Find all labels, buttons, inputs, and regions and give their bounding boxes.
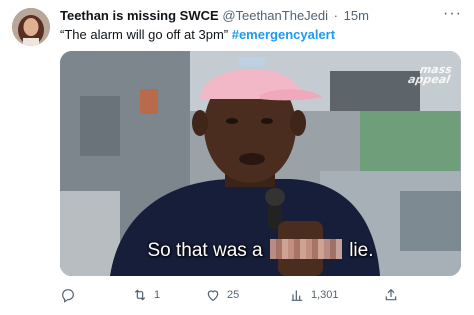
tweet-actions: 1 25 1,301 [60,286,461,304]
views-icon [289,287,305,303]
media-watermark: mass appeal [407,63,453,86]
views-count: 1,301 [311,289,339,301]
like-count: 25 [227,289,240,301]
hashtag-link[interactable]: #emergencyalert [232,27,335,42]
media-caption: So that was a lie. [60,239,461,262]
tweet-card[interactable]: Teethan is missing SWCE @TeethanTheJedi … [0,0,474,315]
like-icon [205,287,221,303]
tweet-text-main: “The alarm will go off at 3pm” [60,27,232,42]
retweet-count: 1 [154,289,161,301]
author-handle[interactable]: @TeethanTheJedi [222,8,328,23]
censored-word-blur [269,239,342,259]
share-button[interactable] [383,286,399,304]
retweet-button[interactable]: 1 [132,286,160,304]
separator-dot: · [333,8,338,23]
share-icon [383,287,399,303]
tweet-text: “The alarm will go off at 3pm” #emergenc… [60,27,335,43]
reply-icon [60,287,76,303]
tweet-media-image[interactable]: mass appeal So that was a lie. [60,51,461,276]
more-icon[interactable]: ··· [443,6,462,22]
retweet-icon [132,287,148,303]
like-button[interactable]: 25 [205,286,239,304]
watermark-line2: appeal [407,73,452,86]
avatar[interactable] [12,8,50,46]
caption-text-before: So that was a [147,240,263,261]
tweet-timestamp[interactable]: 15m [344,8,369,23]
caption-text-after: lie. [349,240,374,261]
author-name[interactable]: Teethan is missing SWCE [60,8,219,23]
reply-button[interactable] [60,286,82,304]
views-button[interactable]: 1,301 [289,286,339,304]
tweet-header: Teethan is missing SWCE @TeethanTheJedi … [60,8,369,24]
